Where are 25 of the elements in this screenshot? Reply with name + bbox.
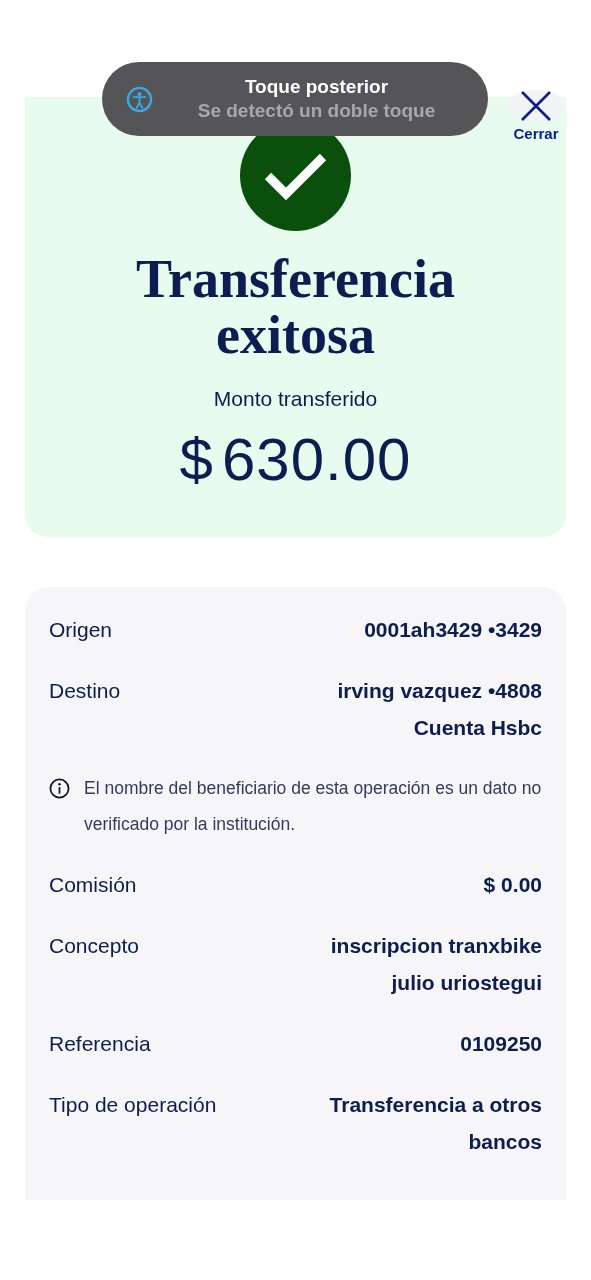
currency-symbol: $ [179,425,214,494]
detail-label: Comisión [49,872,137,898]
amount-value: 630.00 [221,425,412,494]
close-button[interactable] [506,90,566,122]
close-label[interactable]: Cerrar [513,125,559,142]
detail-label: Tipo de operación [49,1092,217,1118]
detail-value: irving vazquez •4808 [337,678,542,704]
success-title: Transferencia exitosa [135,251,456,363]
detail-label: Origen [49,617,113,643]
detail-value: inscripcion tranxbike julio uriostegui [329,933,542,996]
detail-label: Concepto [49,933,139,959]
info-icon [49,778,70,799]
detail-value: Transferencia a otros bancos [328,1092,542,1155]
detail-value: 0109250 [460,1031,542,1057]
detail-label: Destino [49,678,121,704]
detail-value: Cuenta Hsbc [413,715,542,741]
accessibility-icon [126,85,153,113]
detail-label: Referencia [49,1031,151,1057]
info-note: El nombre del beneficiario de esta operación es un dato no verificado por la institución. [84,777,542,836]
amount-label: Monto transferido [213,387,378,411]
banner-subtitle: Se detectó un doble toque [197,100,436,122]
banner-title: Toque posterior [244,76,389,98]
detail-value: 0001ah3429 •3429 [364,617,542,643]
detail-value: $ 0.00 [483,872,542,898]
close-icon [520,90,552,122]
